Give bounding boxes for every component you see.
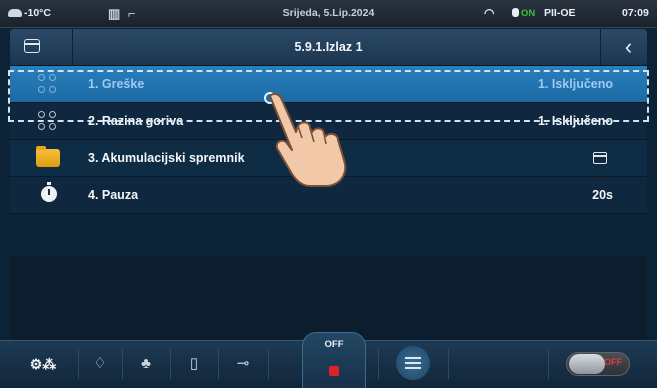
menu-item-value: 1. Isključeno <box>537 77 613 91</box>
menu-item-value: 20s <box>592 188 613 202</box>
header-divider <box>72 29 73 65</box>
folder-icon[interactable] <box>24 39 40 53</box>
menu-line <box>405 362 421 364</box>
off-mode-tab[interactable]: OFF <box>302 332 366 388</box>
timer-icon <box>41 182 57 202</box>
pump-icon[interactable]: ⊸ <box>228 353 258 375</box>
main-menu-button[interactable] <box>396 346 430 380</box>
toolbar-divider <box>268 349 269 379</box>
menu-item-label: 1. Greške <box>88 77 145 91</box>
toolbar-divider <box>218 349 219 379</box>
off-mode-label: OFF <box>324 339 344 350</box>
menu-item-label: 4. Pauza <box>88 188 139 202</box>
menu-line <box>405 357 421 359</box>
menu-line <box>405 367 421 369</box>
controller-screen: -10°C ▥ ⌐ Srijeda, 5.Lip.2024 ◠ ON PII-O… <box>0 0 657 388</box>
page-header: 5.9.1.Izlaz 1 ‹ <box>10 29 647 66</box>
submenu-folder-icon <box>593 152 607 164</box>
status-bar: -10°C ▥ ⌐ Srijeda, 5.Lip.2024 ◠ ON PII-O… <box>0 0 657 28</box>
toolbar-divider <box>122 349 123 379</box>
toolbar-divider <box>78 349 79 379</box>
on-badge: ON <box>512 0 535 27</box>
lock-icon <box>512 8 519 17</box>
status-dots-icon <box>38 111 58 131</box>
operation-mode-icon[interactable]: ⚙⁂ <box>18 353 68 375</box>
burner-icon[interactable]: ♢ <box>88 353 112 375</box>
boiler-icon[interactable]: ▯ <box>180 353 208 375</box>
toggle-knob <box>569 354 605 374</box>
heating-circuit-icon[interactable]: ♣ <box>132 353 160 375</box>
region-label: PII-OE <box>544 7 576 19</box>
toggle-label: OFF <box>604 357 622 367</box>
back-button[interactable]: ‹ <box>610 29 647 65</box>
power-toggle[interactable]: OFF <box>566 352 630 376</box>
stop-icon <box>329 366 339 376</box>
header-divider <box>600 29 601 65</box>
menu-item-value: 1. Isključeno <box>537 114 613 128</box>
empty-list-area <box>10 256 647 340</box>
clock: 07:09 <box>622 7 649 19</box>
menu-item-label: 3. Akumulacijski spremnik <box>88 151 245 165</box>
toolbar-divider <box>170 349 171 379</box>
toolbar-divider <box>448 349 449 379</box>
menu-item-label: 2. Razina goriva <box>88 114 184 128</box>
folder-icon <box>36 146 60 167</box>
on-badge-label: ON <box>521 8 536 19</box>
toolbar-divider <box>548 349 549 379</box>
status-dots-icon <box>38 74 58 94</box>
touch-hand-icon <box>269 92 347 187</box>
wifi-icon: ◠ <box>484 6 495 20</box>
page-title: 5.9.1.Izlaz 1 <box>294 40 363 54</box>
toolbar-divider <box>378 349 379 379</box>
chevron-left-icon: ‹ <box>624 34 633 59</box>
